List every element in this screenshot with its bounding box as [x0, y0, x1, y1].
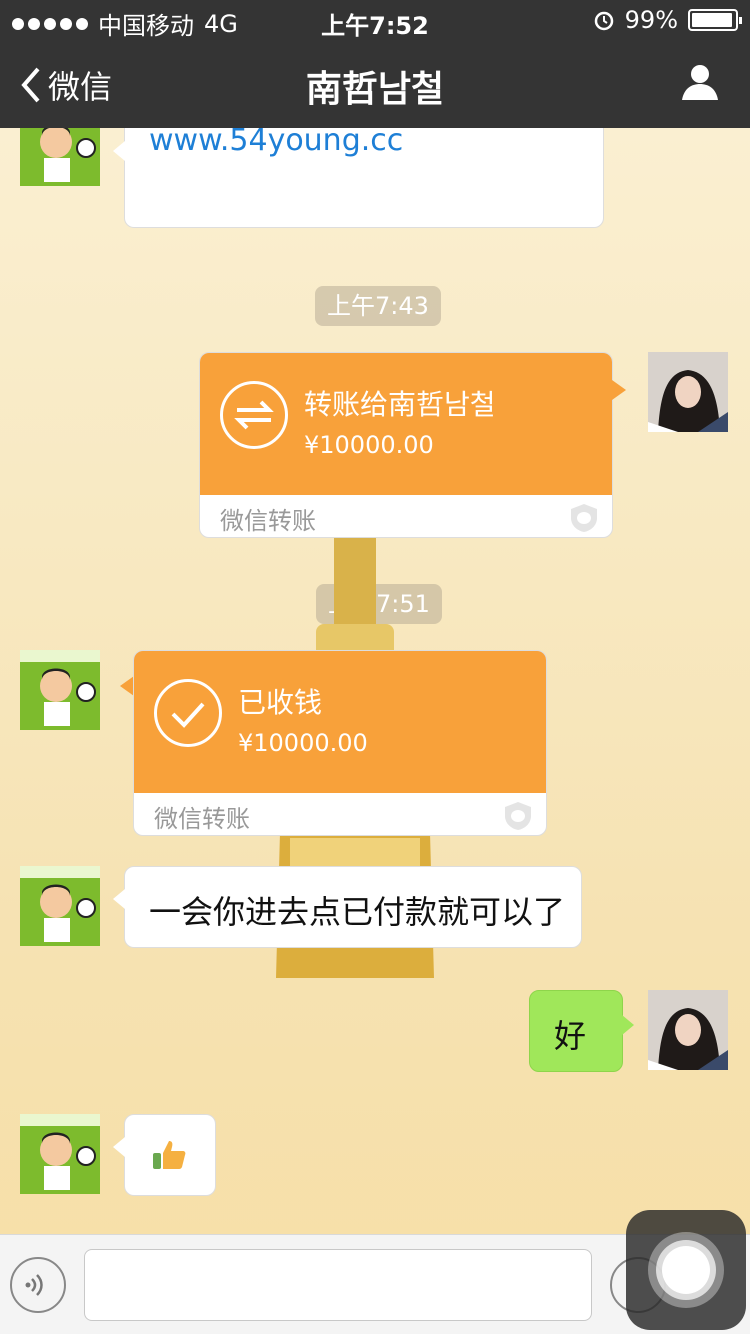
voice-button[interactable] — [10, 1257, 66, 1313]
message-bubble-text[interactable]: 一会你进去点已付款就可以了 — [113, 866, 582, 948]
message-bubble-link[interactable]: www.54young.cc — [113, 128, 604, 228]
link-text[interactable]: www.54young.cc — [149, 128, 403, 158]
my-avatar[interactable] — [648, 352, 728, 432]
check-circle-icon — [154, 679, 222, 747]
chat-area[interactable]: www.54young.cc 上午7:43 转账给南哲남철 ¥10000.00 … — [0, 128, 750, 1230]
transfer-card-received[interactable]: 已收钱 ¥10000.00 微信转账 — [133, 650, 547, 836]
contact-avatar[interactable] — [20, 128, 100, 186]
assistive-core — [662, 1246, 710, 1294]
transfer-footer: 微信转账 — [154, 805, 250, 833]
bubble-tail — [120, 676, 134, 696]
transfer-amount: ¥10000.00 — [238, 729, 368, 757]
battery-icon — [688, 9, 742, 31]
status-bar: 中国移动 4G 上午7:52 99% — [0, 0, 750, 40]
contact-avatar[interactable] — [20, 1114, 100, 1194]
timestamp: 上午7:43 — [315, 286, 441, 326]
wechat-pay-shield-icon — [571, 504, 597, 532]
transfer-amount: ¥10000.00 — [304, 431, 434, 459]
wechat-pay-shield-icon — [505, 802, 531, 830]
girl-photo-avatar-icon — [648, 352, 728, 432]
kid-soccer-avatar-icon — [20, 650, 100, 726]
contact-avatar[interactable] — [20, 650, 100, 730]
message-input[interactable] — [84, 1249, 592, 1321]
transfer-card-sent[interactable]: 转账给南哲남철 ¥10000.00 微信转账 — [199, 352, 613, 538]
kid-soccer-avatar-icon — [20, 866, 100, 942]
contact-info-icon[interactable] — [680, 62, 720, 102]
battery-percent: 99% — [624, 6, 678, 34]
kid-soccer-avatar-icon — [40, 128, 96, 182]
chat-title: 南哲남철 — [305, 69, 445, 110]
message-bubble-text-mine[interactable]: 好 — [529, 990, 634, 1072]
girl-photo-avatar-icon — [648, 990, 728, 1070]
kid-soccer-avatar-icon — [20, 1114, 100, 1190]
transfer-title: 已收钱 — [238, 686, 323, 719]
contact-avatar[interactable] — [20, 866, 100, 946]
message-text: 一会你进去点已付款就可以了 — [149, 893, 566, 931]
transfer-title: 转账给南哲남철 — [304, 388, 496, 421]
nav-bar: 微信 南哲남철 — [0, 40, 750, 128]
bubble-tail — [612, 380, 626, 400]
assistive-touch-button[interactable] — [626, 1210, 746, 1330]
voice-icon — [25, 1274, 43, 1296]
thumbs-up-icon — [153, 1141, 186, 1169]
top-bar: 中国移动 4G 上午7:52 99% 微信 南哲남철 — [0, 0, 750, 128]
message-bubble-emoji[interactable] — [113, 1114, 216, 1196]
alarm-icon — [594, 11, 613, 31]
transfer-arrows-icon — [220, 381, 288, 449]
message-text: 好 — [554, 1017, 587, 1055]
transfer-footer: 微信转账 — [220, 507, 316, 535]
my-avatar[interactable] — [648, 990, 728, 1070]
